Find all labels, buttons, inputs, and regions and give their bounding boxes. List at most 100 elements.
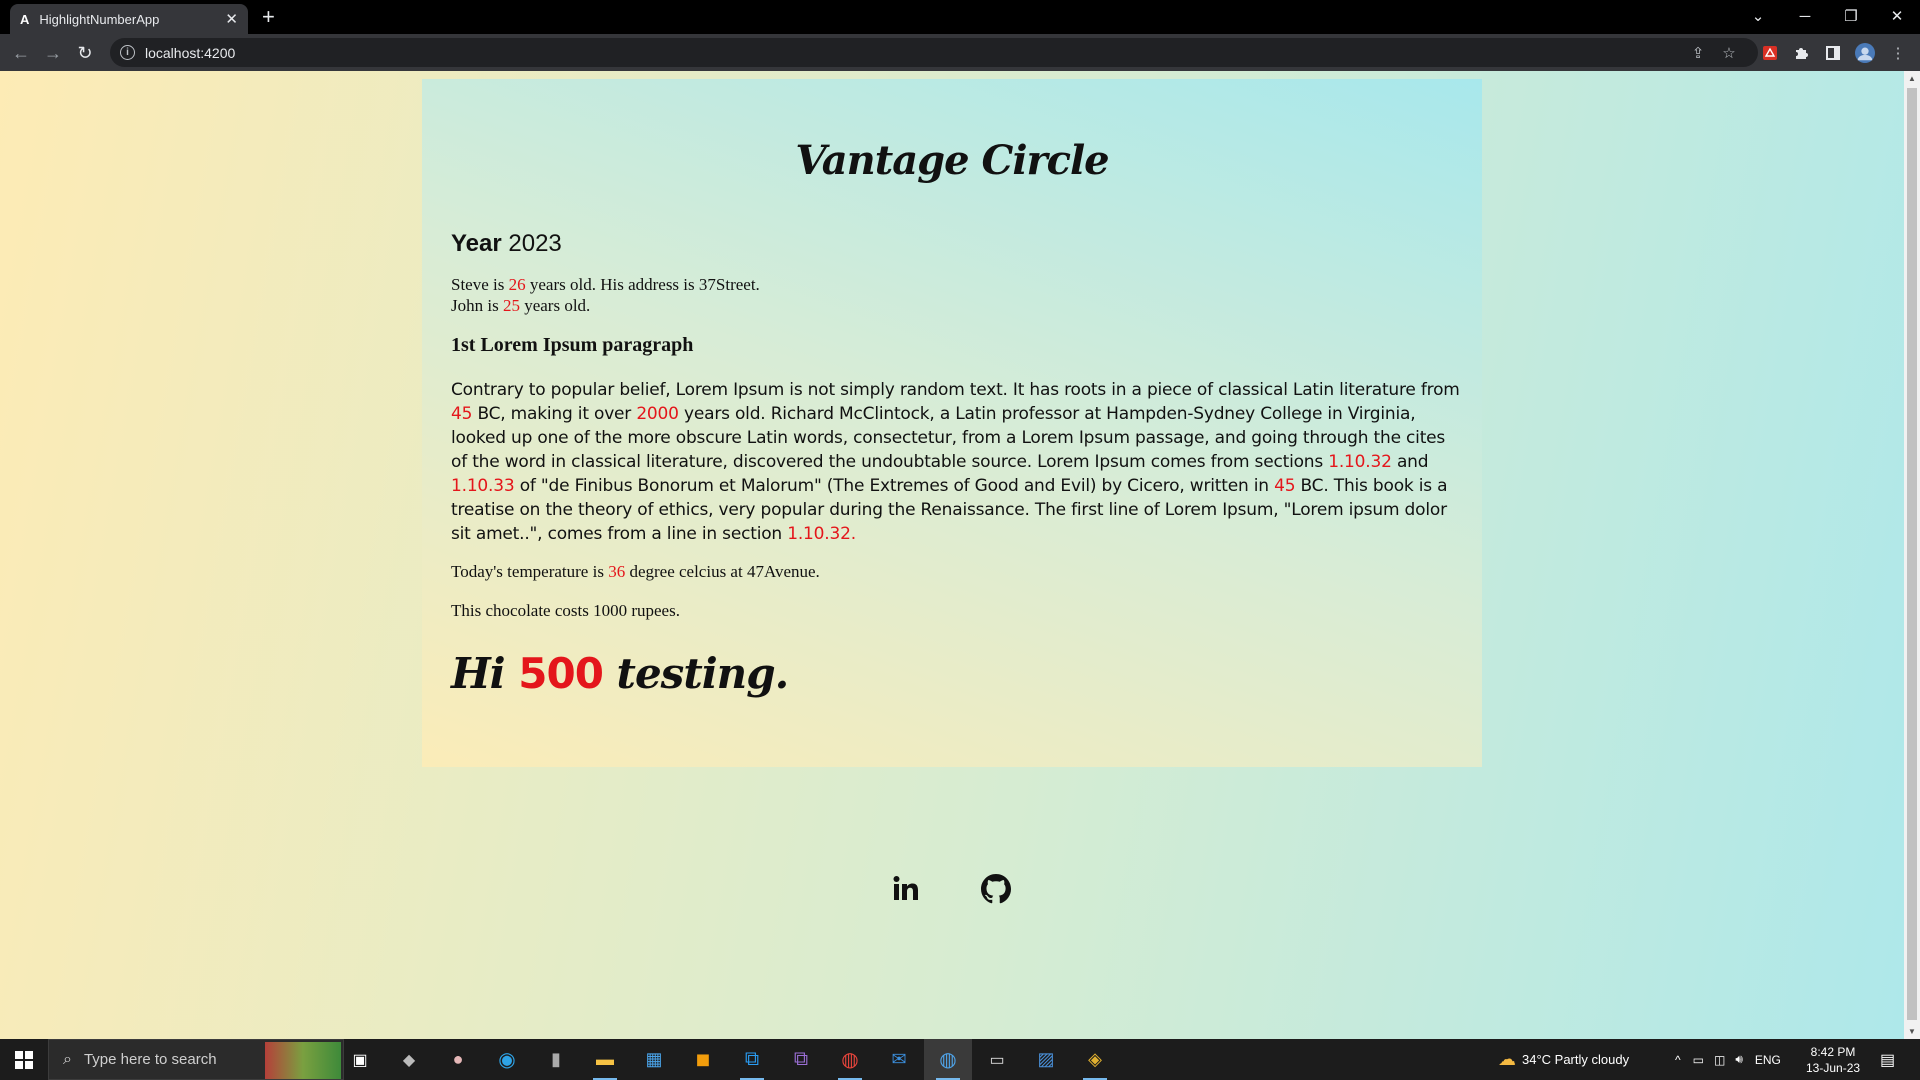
notification-icon[interactable]: ▤ <box>1880 1039 1895 1080</box>
chrome-active-icon[interactable]: ◍ <box>924 1039 972 1080</box>
tray-chevron-icon[interactable]: ^ <box>1675 1053 1681 1067</box>
photos-icon[interactable]: ▨ <box>1022 1039 1070 1080</box>
text-segment: testing. <box>602 649 790 698</box>
search-icon: ⌕ <box>63 1050 72 1068</box>
url-text: localhost:4200 <box>145 44 236 61</box>
steve-line: Steve is 26 years old. His address is 37… <box>451 275 760 295</box>
sublime-text-icon[interactable]: ◼ <box>679 1039 727 1080</box>
search-highlight-image <box>265 1042 341 1079</box>
text-segment: BC, making it over <box>472 404 637 424</box>
highlighted-number: 1.10.33 <box>451 476 515 496</box>
tab-close-icon[interactable]: ✕ <box>225 10 238 28</box>
git-icon[interactable]: ◈ <box>1071 1039 1119 1080</box>
highlighted-number: 2000 <box>636 404 679 424</box>
chocolate-line: This chocolate costs 1000 rupees. <box>451 601 680 620</box>
hi-testing-heading: Hi 500 testing. <box>451 649 790 698</box>
close-window-button[interactable]: ✕ <box>1874 2 1920 30</box>
pdf-extension-icon[interactable] <box>1760 43 1780 63</box>
windows-start-icon[interactable] <box>0 1039 48 1080</box>
browser-menu-icon[interactable]: ⋮ <box>1888 43 1908 63</box>
year-label: Year <box>451 230 502 257</box>
browser-toolbar: ← → ↻ i localhost:4200 ⇪ ☆ ⋮ <box>0 34 1920 71</box>
weather-text: 34°C Partly cloudy <box>1522 1052 1630 1067</box>
browser-tab[interactable]: A HighlightNumberApp ✕ <box>10 4 248 34</box>
highlighted-number: 45 <box>1274 476 1296 496</box>
file-explorer-icon[interactable]: ▬ <box>581 1039 629 1080</box>
back-button[interactable]: ← <box>7 40 35 66</box>
highlighted-number: 26 <box>508 275 526 294</box>
text-segment: years old. His address is 37Street. <box>525 275 760 294</box>
highlighted-number: 25 <box>502 296 520 315</box>
highlighted-number: 36 <box>608 562 626 581</box>
linkedin-icon[interactable] <box>888 871 924 907</box>
browser-tab-bar: A HighlightNumberApp ✕ + ⌄ ─ ❐ ✕ <box>0 0 1920 34</box>
year-value: 2023 <box>508 230 562 257</box>
minimize-button[interactable]: ─ <box>1782 2 1828 30</box>
angular-favicon-icon: A <box>20 11 30 27</box>
highlighted-number: 500 <box>518 649 604 698</box>
restore-button[interactable]: ❐ <box>1828 2 1874 30</box>
github-icon[interactable] <box>978 871 1014 907</box>
volume-icon[interactable]: 🔊︎ <box>1735 1052 1743 1067</box>
text-segment: years old. <box>519 296 591 315</box>
temperature-line: Today's temperature is 36 degree celcius… <box>451 562 820 582</box>
forward-button[interactable]: → <box>39 40 67 66</box>
year-heading: Year 2023 <box>451 230 562 258</box>
highlighted-number: 1.10.32 <box>1328 452 1392 472</box>
page-scrollbar[interactable]: ▲ ▼ <box>1904 71 1920 1039</box>
tab-title: HighlightNumberApp <box>39 11 160 27</box>
search-placeholder: Type here to search <box>83 1051 217 1068</box>
text-segment: John is <box>451 296 503 315</box>
site-info-icon[interactable]: i <box>120 45 135 60</box>
highlighted-number: 1.10.32. <box>787 524 856 544</box>
clock-time: 8:42 PM <box>1810 1044 1856 1059</box>
text-segment: degree celcius at 47Avenue. <box>625 562 820 581</box>
extensions-puzzle-icon[interactable] <box>1791 43 1811 63</box>
paragraph-heading: 1st Lorem Ipsum paragraph <box>451 334 694 356</box>
bookmark-star-icon[interactable]: ☆ <box>1719 43 1739 63</box>
language-indicator[interactable]: ENG <box>1755 1053 1781 1067</box>
text-segment: Today's temperature is <box>451 562 609 581</box>
new-tab-button[interactable]: + <box>262 5 275 29</box>
highlighted-number: 45 <box>451 404 473 424</box>
text-segment: Hi <box>451 649 519 698</box>
text-segment: of "de Finibus Bonorum et Malorum" (The … <box>514 476 1275 496</box>
clock-date: 13-Jun-23 <box>1806 1060 1861 1075</box>
terminal-icon[interactable]: ▭ <box>973 1039 1021 1080</box>
battery-icon[interactable]: ▭ <box>1693 1053 1704 1067</box>
scroll-down-arrow-icon[interactable]: ▼ <box>1908 1027 1916 1036</box>
taskbar-search-box[interactable]: ⌕ Type here to search <box>48 1039 344 1080</box>
text-segment: and <box>1391 452 1429 472</box>
page-viewport: Vantage Circle Year 2023 Steve is 26 yea… <box>0 71 1904 1039</box>
profile-avatar[interactable] <box>1855 43 1875 63</box>
vscode-icon[interactable]: ⧉ <box>728 1039 776 1080</box>
task-view-icon[interactable]: ▣ <box>336 1039 384 1080</box>
system-tray: ^ ▭ ◫ 🔊︎ ENG <box>1675 1039 1781 1080</box>
content-card: Vantage Circle Year 2023 Steve is 26 yea… <box>422 79 1482 767</box>
text-segment: Contrary to popular belief, Lorem Ipsum … <box>451 380 1460 400</box>
text-segment: Steve is <box>451 275 509 294</box>
lorem-paragraph: Contrary to popular belief, Lorem Ipsum … <box>451 378 1461 546</box>
scrollbar-thumb[interactable] <box>1907 88 1917 1020</box>
john-line: John is 25 years old. <box>451 296 590 316</box>
edge-browser-icon[interactable]: ◉ <box>483 1039 531 1080</box>
reload-button[interactable]: ↻ <box>71 40 99 66</box>
weather-icon: ☁ <box>1498 1049 1516 1069</box>
tab-search-chevron-icon[interactable]: ⌄ <box>1735 2 1781 30</box>
visual-studio-icon[interactable]: ⧉ <box>777 1039 825 1080</box>
share-icon[interactable]: ⇪ <box>1688 43 1708 63</box>
microsoft-store-icon[interactable]: ▦ <box>630 1039 678 1080</box>
side-panel-icon[interactable] <box>1823 43 1843 63</box>
clock[interactable]: 8:42 PM 13-Jun-23 <box>1806 1039 1860 1080</box>
mail-icon[interactable]: ✉ <box>875 1039 923 1080</box>
app-icon[interactable]: ◆ <box>385 1039 433 1080</box>
address-bar[interactable]: i localhost:4200 <box>110 38 1758 67</box>
scroll-up-arrow-icon[interactable]: ▲ <box>1908 74 1916 83</box>
network-icon[interactable]: ◫ <box>1714 1053 1725 1067</box>
chrome-icon[interactable]: ◍ <box>826 1039 874 1080</box>
app-icon[interactable]: ● <box>434 1039 482 1080</box>
windows-taskbar: ⌕ Type here to search ▣ ◆ ● ◉ ▮ ▬ ▦ ◼ ⧉ … <box>0 1039 1920 1080</box>
app-icon[interactable]: ▮ <box>532 1039 580 1080</box>
weather-widget[interactable]: ☁ 34°C Partly cloudy <box>1498 1039 1629 1080</box>
brand-title: Vantage Circle <box>795 137 1109 184</box>
